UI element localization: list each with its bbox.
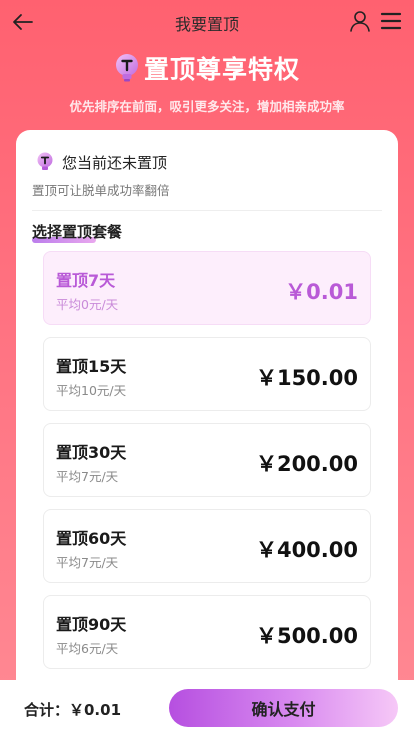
status-text: 您当前还未置顶 [62,153,168,172]
hero-title-text: 置顶尊享特权 [143,55,300,84]
plan-option-60-days[interactable]: 置顶60天 平均7元/天 ￥400.00 [43,509,371,583]
plan-price: ￥150.00 [255,366,358,390]
status-row: 您当前还未置顶 [36,150,167,174]
plan-price: ￥500.00 [255,624,358,648]
plan-name: 置顶60天 [56,529,127,548]
lightbulb-icon [115,54,138,82]
plan-option-7-days[interactable]: 置顶7天 平均0元/天 ￥0.01 [43,251,371,325]
confirm-pay-button[interactable]: 确认支付 [169,689,398,727]
top-bar: 我要置顶 [0,0,414,44]
divider [32,210,382,211]
plan-name: 置顶30天 [56,443,127,462]
plan-name: 置顶7天 [56,271,116,290]
bottom-bar: 合计：￥0.01 确认支付 [0,680,414,736]
status-description: 置顶可让脱单成功率翻倍 [32,183,170,198]
plan-average-price: 平均10元/天 [56,383,127,398]
plan-average-price: 平均7元/天 [56,469,119,484]
plan-price: ￥200.00 [255,452,358,476]
plan-price: ￥400.00 [255,538,358,562]
plan-option-15-days[interactable]: 置顶15天 平均10元/天 ￥150.00 [43,337,371,411]
section-title: 选择置顶套餐 [32,223,123,241]
plan-average-price: 平均0元/天 [56,297,119,312]
plan-average-price: 平均7元/天 [56,555,119,570]
plan-card: 您当前还未置顶 置顶可让脱单成功率翻倍 选择置顶套餐 置顶7天 平均0元/天 ￥… [16,130,398,736]
user-icon[interactable] [348,9,372,33]
hamburger-menu-icon[interactable] [380,10,402,32]
plan-option-30-days[interactable]: 置顶30天 平均7元/天 ￥200.00 [43,423,371,497]
hero-title: 置顶尊享特权 [0,50,414,86]
screen: 我要置顶 置顶尊享特权 优先排序在前面，吸引更多关注，增加相亲成功率 您当前还未… [0,0,414,736]
plan-name: 置顶15天 [56,357,127,376]
plan-option-90-days[interactable]: 置顶90天 平均6元/天 ￥500.00 [43,595,371,669]
plan-average-price: 平均6元/天 [56,641,119,656]
total-amount: 合计：￥0.01 [24,701,122,719]
lightbulb-icon [37,152,53,170]
hero-subtitle: 优先排序在前面，吸引更多关注，增加相亲成功率 [69,99,345,114]
plan-price: ￥0.01 [285,280,358,304]
plan-name: 置顶90天 [56,615,127,634]
